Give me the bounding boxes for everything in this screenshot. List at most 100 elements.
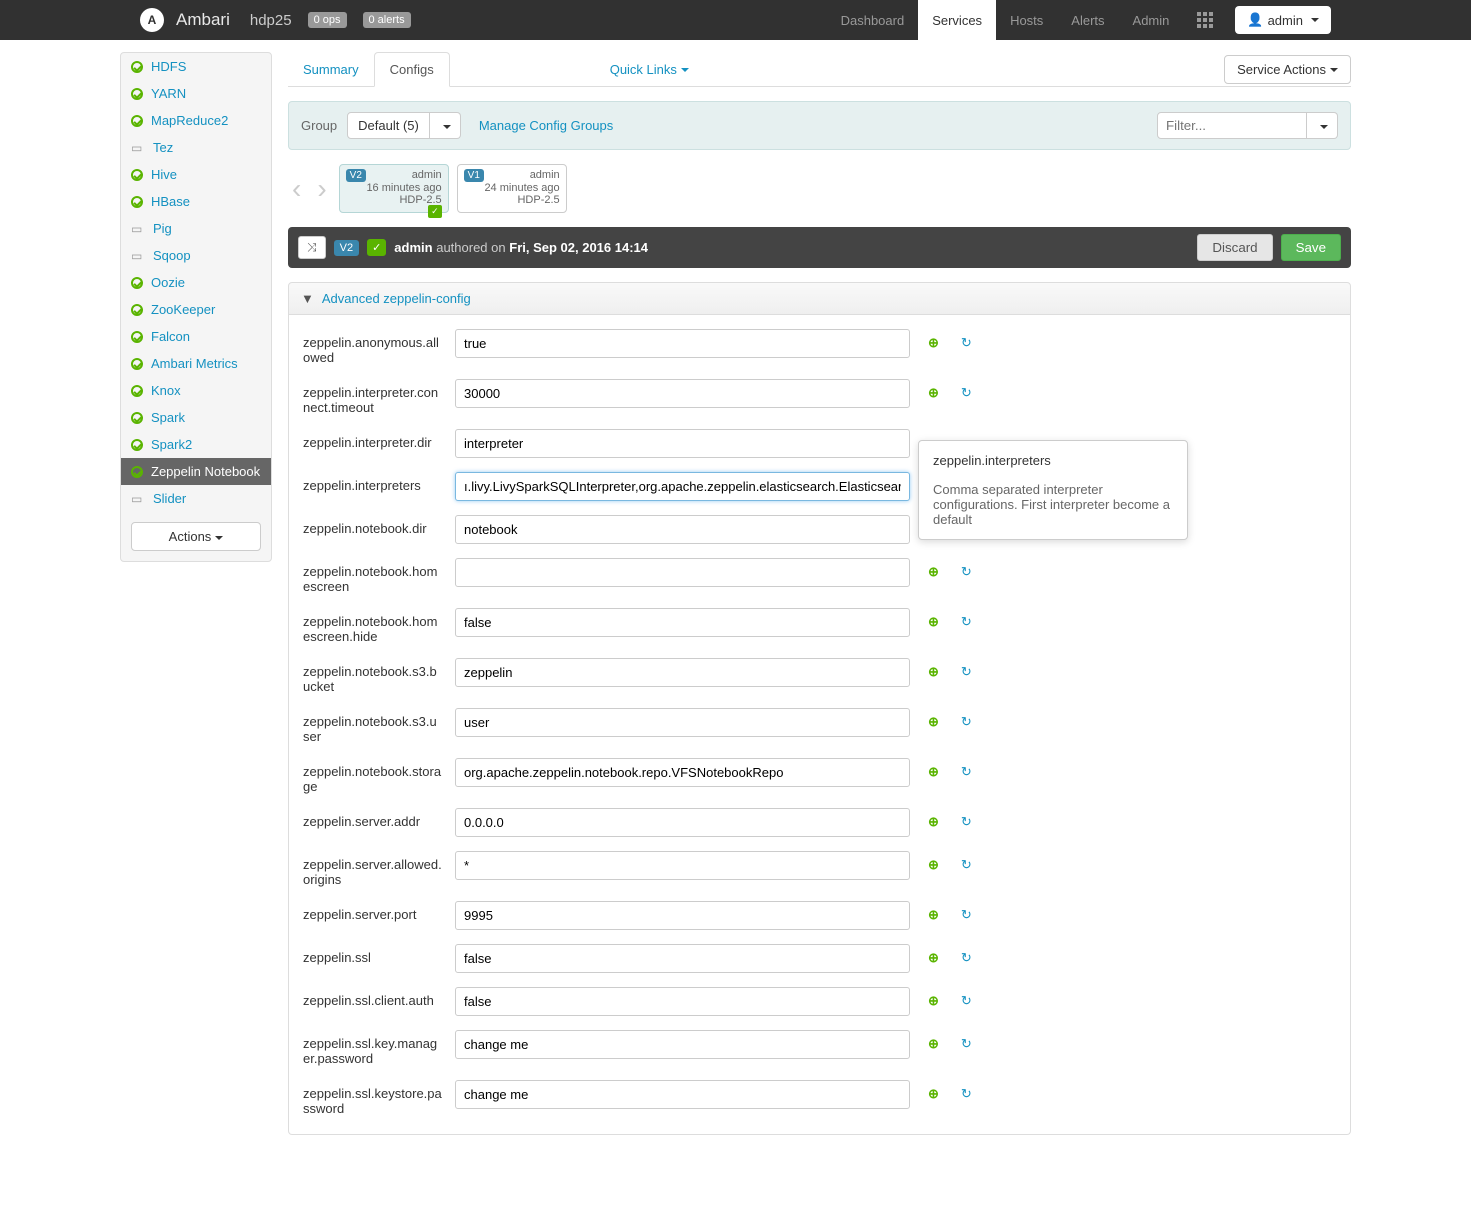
service-actions-button[interactable]: Service Actions: [1224, 55, 1351, 84]
sidebar-item-tez[interactable]: ▭Tez: [121, 134, 271, 161]
config-section-header[interactable]: ▼ Advanced zeppelin-config: [288, 282, 1351, 315]
ops-badge[interactable]: 0 ops: [308, 12, 347, 28]
sidebar-item-ambari-metrics[interactable]: Ambari Metrics: [121, 350, 271, 377]
undo-icon[interactable]: ↻: [961, 987, 972, 1009]
filter-caret[interactable]: [1307, 112, 1338, 139]
add-icon[interactable]: ⊕: [928, 658, 939, 680]
undo-icon[interactable]: ↻: [961, 708, 972, 730]
add-icon[interactable]: ⊕: [928, 329, 939, 351]
quick-links-dropdown[interactable]: Quick Links: [610, 62, 689, 77]
status-ok-icon: [131, 466, 143, 478]
add-icon[interactable]: ⊕: [928, 944, 939, 966]
config-input[interactable]: [455, 379, 910, 408]
version-next-icon[interactable]: ›: [313, 173, 330, 205]
version-badge: V2: [334, 240, 359, 256]
manage-config-groups-link[interactable]: Manage Config Groups: [479, 118, 613, 133]
config-label: zeppelin.ssl.keystore.password: [303, 1080, 443, 1116]
sidebar-item-falcon[interactable]: Falcon: [121, 323, 271, 350]
undo-icon[interactable]: ↻: [961, 808, 972, 830]
sidebar-item-knox[interactable]: Knox: [121, 377, 271, 404]
undo-icon[interactable]: ↻: [961, 851, 972, 873]
config-input[interactable]: [455, 808, 910, 837]
sidebar-item-slider[interactable]: ▭Slider: [121, 485, 271, 512]
undo-icon[interactable]: ↻: [961, 558, 972, 580]
sidebar-item-yarn[interactable]: YARN: [121, 80, 271, 107]
sidebar-item-hdfs[interactable]: HDFS: [121, 53, 271, 80]
undo-icon[interactable]: ↻: [961, 608, 972, 630]
sidebar-item-spark2[interactable]: Spark2: [121, 431, 271, 458]
sidebar-item-sqoop[interactable]: ▭Sqoop: [121, 242, 271, 269]
config-input[interactable]: [455, 658, 910, 687]
sidebar-item-hive[interactable]: Hive: [121, 161, 271, 188]
nav-item-dashboard[interactable]: Dashboard: [827, 0, 919, 40]
status-ok-icon: [131, 331, 143, 343]
add-icon[interactable]: ⊕: [928, 708, 939, 730]
version-prev-icon[interactable]: ‹: [288, 173, 305, 205]
cluster-name[interactable]: hdp25: [250, 12, 292, 29]
add-icon[interactable]: ⊕: [928, 1030, 939, 1052]
add-icon[interactable]: ⊕: [928, 379, 939, 401]
add-icon[interactable]: ⊕: [928, 851, 939, 873]
compare-icon[interactable]: ⤨: [298, 236, 326, 259]
nav-item-services[interactable]: Services: [918, 0, 996, 40]
config-label: zeppelin.interpreter.dir: [303, 429, 443, 450]
undo-icon[interactable]: ↻: [961, 379, 972, 401]
config-input[interactable]: [455, 758, 910, 787]
sidebar-item-mapreduce2[interactable]: MapReduce2: [121, 107, 271, 134]
config-input[interactable]: [455, 515, 910, 544]
config-input[interactable]: [455, 1030, 910, 1059]
nav-item-hosts[interactable]: Hosts: [996, 0, 1057, 40]
add-icon[interactable]: ⊕: [928, 608, 939, 630]
config-input[interactable]: [455, 558, 910, 587]
save-button[interactable]: Save: [1281, 234, 1341, 261]
undo-icon[interactable]: ↻: [961, 901, 972, 923]
user-menu-button[interactable]: 👤 admin: [1235, 6, 1331, 34]
config-input[interactable]: [455, 329, 910, 358]
alerts-badge[interactable]: 0 alerts: [363, 12, 411, 28]
config-input[interactable]: [455, 608, 910, 637]
add-icon[interactable]: ⊕: [928, 758, 939, 780]
undo-icon[interactable]: ↻: [961, 658, 972, 680]
group-select[interactable]: Default (5): [347, 112, 430, 139]
tab-configs[interactable]: Configs: [374, 52, 450, 87]
config-input[interactable]: [455, 987, 910, 1016]
sidebar-item-label: Spark2: [151, 437, 192, 452]
undo-icon[interactable]: ↻: [961, 758, 972, 780]
undo-icon[interactable]: ↻: [961, 944, 972, 966]
version-card[interactable]: V1admin24 minutes agoHDP-2.5: [457, 164, 567, 213]
config-row: zeppelin.ssl.client.auth⊕↻: [303, 987, 1336, 1016]
add-icon[interactable]: ⊕: [928, 808, 939, 830]
config-input[interactable]: [455, 851, 910, 880]
sidebar-item-spark[interactable]: Spark: [121, 404, 271, 431]
sidebar-item-zookeeper[interactable]: ZooKeeper: [121, 296, 271, 323]
nav-item-admin[interactable]: Admin: [1119, 0, 1184, 40]
tab-summary[interactable]: Summary: [288, 53, 374, 86]
undo-icon[interactable]: ↻: [961, 1030, 972, 1052]
config-input[interactable]: [455, 429, 910, 458]
add-icon[interactable]: ⊕: [928, 987, 939, 1009]
sidebar-item-label: Hive: [151, 167, 177, 182]
config-input[interactable]: [455, 901, 910, 930]
version-card[interactable]: V2admin16 minutes agoHDP-2.5✓: [339, 164, 449, 213]
undo-icon[interactable]: ↻: [961, 1080, 972, 1102]
config-input[interactable]: [455, 1080, 910, 1109]
sidebar-item-hbase[interactable]: HBase: [121, 188, 271, 215]
add-icon[interactable]: ⊕: [928, 558, 939, 580]
apps-grid-icon[interactable]: [1183, 0, 1227, 40]
discard-button[interactable]: Discard: [1197, 234, 1272, 261]
config-input[interactable]: [455, 944, 910, 973]
sidebar-actions-button[interactable]: Actions: [131, 522, 261, 551]
sidebar-item-pig[interactable]: ▭Pig: [121, 215, 271, 242]
config-input[interactable]: [455, 708, 910, 737]
add-icon[interactable]: ⊕: [928, 1080, 939, 1102]
add-icon[interactable]: ⊕: [928, 901, 939, 923]
group-select-caret[interactable]: [430, 112, 461, 139]
undo-icon[interactable]: ↻: [961, 329, 972, 351]
config-input[interactable]: [455, 472, 910, 501]
config-label: zeppelin.server.port: [303, 901, 443, 922]
sidebar-item-oozie[interactable]: Oozie: [121, 269, 271, 296]
service-tabs: Summary Configs Quick Links Service Acti…: [288, 52, 1351, 87]
sidebar-item-zeppelin-notebook[interactable]: Zeppelin Notebook: [121, 458, 271, 485]
nav-item-alerts[interactable]: Alerts: [1057, 0, 1118, 40]
config-filter-input[interactable]: [1157, 112, 1307, 139]
